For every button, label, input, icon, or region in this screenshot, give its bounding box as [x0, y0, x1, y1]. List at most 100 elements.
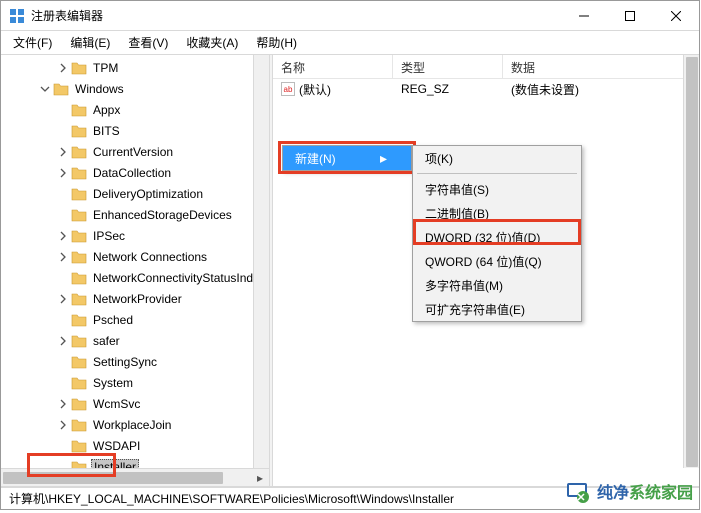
ctx-binary[interactable]: 二进制值(B) [413, 201, 581, 225]
menubar: 文件(F) 编辑(E) 查看(V) 收藏夹(A) 帮助(H) [1, 31, 699, 55]
menu-separator [417, 173, 577, 174]
tree-node-system[interactable]: System [1, 372, 269, 393]
expander-closed-icon[interactable] [55, 231, 71, 241]
tree-node-workplacejoin[interactable]: WorkplaceJoin [1, 414, 269, 435]
expander-closed-icon[interactable] [55, 420, 71, 430]
tree-label: DeliveryOptimization [91, 187, 205, 201]
tree-node-settingsync[interactable]: SettingSync [1, 351, 269, 372]
menu-view[interactable]: 查看(V) [124, 32, 172, 53]
folder-icon [71, 166, 87, 180]
menu-edit[interactable]: 编辑(E) [66, 32, 114, 53]
chevron-right-icon: ▸ [368, 150, 387, 167]
tree-node-psched[interactable]: Psched [1, 309, 269, 330]
expander-closed-icon[interactable] [55, 147, 71, 157]
tree-label: safer [91, 334, 122, 348]
col-header-type[interactable]: 类型 [393, 55, 503, 78]
tree-node-networkconnectivitystatusind[interactable]: NetworkConnectivityStatusInd [1, 267, 269, 288]
folder-icon [71, 208, 87, 222]
tree-label: TPM [91, 61, 120, 75]
tree-scrollbar-horizontal[interactable]: ◂ ▸ [1, 468, 269, 486]
titlebar[interactable]: 注册表编辑器 [1, 1, 699, 31]
tree-node-appx[interactable]: Appx [1, 99, 269, 120]
folder-icon [71, 376, 87, 390]
folder-icon [71, 145, 87, 159]
menu-file[interactable]: 文件(F) [9, 32, 56, 53]
close-button[interactable] [653, 1, 699, 31]
col-header-name[interactable]: 名称 [273, 55, 393, 78]
scroll-thumb[interactable] [686, 57, 698, 467]
menu-help[interactable]: 帮助(H) [252, 32, 301, 53]
expander-closed-icon[interactable] [55, 294, 71, 304]
registry-tree[interactable]: TPM WindowsAppxBITS CurrentVersion DataColl… [1, 55, 269, 486]
tree-label: CurrentVersion [91, 145, 175, 159]
tree-panel[interactable]: TPM WindowsAppxBITS CurrentVersion DataColl… [1, 55, 269, 486]
window-title: 注册表编辑器 [31, 7, 103, 24]
list-scrollbar-vertical[interactable] [683, 55, 699, 468]
app-icon [9, 8, 25, 24]
tree-node-deliveryoptimization[interactable]: DeliveryOptimization [1, 183, 269, 204]
ctx-key[interactable]: 项(K) [413, 146, 581, 170]
ctx-expand[interactable]: 可扩充字符串值(E) [413, 297, 581, 321]
context-menu[interactable]: 新建(N) ▸ [282, 145, 412, 171]
maximize-button[interactable] [607, 1, 653, 31]
expander-closed-icon[interactable] [55, 336, 71, 346]
tree-node-datacollection[interactable]: DataCollection [1, 162, 269, 183]
tree-node-networkprovider[interactable]: NetworkProvider [1, 288, 269, 309]
status-path: 计算机\HKEY_LOCAL_MACHINE\SOFTWARE\Policies… [9, 490, 454, 507]
ctx-multi[interactable]: 多字符串值(M) [413, 273, 581, 297]
tree-label: IPSec [91, 229, 127, 243]
ctx-new[interactable]: 新建(N) ▸ [283, 146, 411, 170]
tree-node-wcmsvc[interactable]: WcmSvc [1, 393, 269, 414]
tree-node-safer[interactable]: safer [1, 330, 269, 351]
folder-icon [71, 418, 87, 432]
ctx-qword[interactable]: QWORD (64 位)值(Q) [413, 249, 581, 273]
folder-icon [71, 355, 87, 369]
content-area: TPM WindowsAppxBITS CurrentVersion DataColl… [1, 55, 699, 487]
menu-favorites[interactable]: 收藏夹(A) [182, 32, 242, 53]
tree-node-windows[interactable]: Windows [1, 78, 269, 99]
tree-node-network-connections[interactable]: Network Connections [1, 246, 269, 267]
folder-icon [53, 82, 69, 96]
tree-node-tpm[interactable]: TPM [1, 57, 269, 78]
value-type: REG_SZ [393, 82, 503, 96]
tree-node-currentversion[interactable]: CurrentVersion [1, 141, 269, 162]
value-data: (数值未设置) [503, 81, 699, 98]
expander-closed-icon[interactable] [55, 252, 71, 262]
ctx-string[interactable]: 字符串值(S) [413, 177, 581, 201]
context-submenu[interactable]: 项(K) 字符串值(S) 二进制值(B) DWORD (32 位)值(D) QW… [412, 145, 582, 322]
watermark: 纯净系统家园 [563, 477, 693, 505]
value-name: (默认) [299, 81, 331, 98]
expander-closed-icon[interactable] [55, 399, 71, 409]
minimize-button[interactable] [561, 1, 607, 31]
folder-icon [71, 271, 87, 285]
tree-label: NetworkProvider [91, 292, 184, 306]
reg-string-icon: ab [281, 82, 295, 96]
folder-icon [71, 334, 87, 348]
list-body[interactable]: ab (默认) REG_SZ (数值未设置) [273, 79, 699, 99]
folder-icon [71, 250, 87, 264]
folder-icon [71, 313, 87, 327]
expander-closed-icon[interactable] [55, 168, 71, 178]
folder-icon [71, 292, 87, 306]
scroll-right-arrow-icon[interactable]: ▸ [251, 469, 269, 486]
tree-scrollbar-vertical[interactable] [253, 55, 269, 468]
tree-label: WcmSvc [91, 397, 142, 411]
tree-label: Network Connections [91, 250, 209, 264]
expander-closed-icon[interactable] [55, 63, 71, 73]
tree-node-enhancedstoragedevices[interactable]: EnhancedStorageDevices [1, 204, 269, 225]
tree-label: WSDAPI [91, 439, 142, 453]
tree-label: NetworkConnectivityStatusInd [91, 271, 255, 285]
scroll-thumb[interactable] [3, 472, 223, 484]
tree-node-bits[interactable]: BITS [1, 120, 269, 141]
list-row[interactable]: ab (默认) REG_SZ (数值未设置) [273, 79, 699, 99]
expander-open-icon[interactable] [37, 84, 53, 94]
ctx-dword[interactable]: DWORD (32 位)值(D) [413, 225, 581, 249]
folder-icon [71, 124, 87, 138]
logo-icon [563, 477, 591, 505]
tree-node-ipsec[interactable]: IPSec [1, 225, 269, 246]
tree-label: Psched [91, 313, 135, 327]
list-header: 名称 类型 数据 [273, 55, 699, 79]
col-header-data[interactable]: 数据 [503, 55, 699, 78]
tree-node-wsdapi[interactable]: WSDAPI [1, 435, 269, 456]
ctx-new-label: 新建(N) [295, 150, 336, 167]
